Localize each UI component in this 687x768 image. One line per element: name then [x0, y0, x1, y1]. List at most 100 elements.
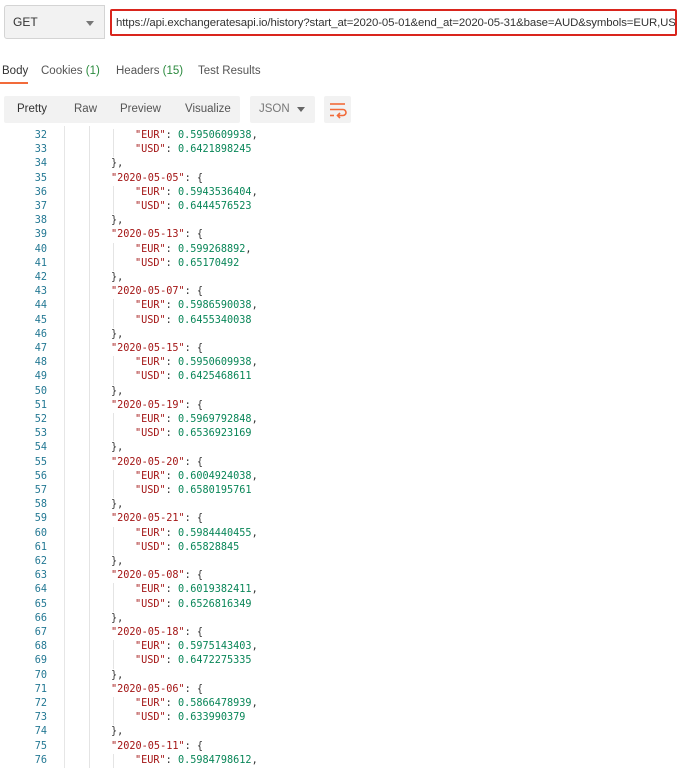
code-text: }, [111, 612, 123, 626]
json-key: "EUR" [135, 243, 166, 255]
json-number-value: 0.5969792848 [177, 414, 252, 425]
tab-cookies-label: Cookies [41, 65, 83, 77]
view-pretty-button[interactable]: Pretty [17, 103, 47, 115]
url-input[interactable]: https://api.exchangeratesapi.io/history?… [110, 9, 677, 36]
indent-guide [113, 242, 114, 271]
json-trailing-comma: , [251, 357, 258, 369]
response-body-editor[interactable]: 32 "EUR": 0.5950609938, 33 "USD": 0.6421898… [0, 126, 687, 768]
format-label: JSON [259, 103, 290, 115]
code-line: 74}, [0, 725, 687, 739]
code-text: "USD": 0.6580195761 [135, 484, 252, 498]
json-punctuation: }, [111, 499, 124, 511]
chevron-down-icon [297, 107, 305, 112]
json-number-value: 0.6425468611 [177, 371, 252, 383]
json-colon: : { [184, 456, 204, 468]
method-label: GET [13, 15, 38, 29]
code-line: 63 "2020-05-08": { [0, 569, 687, 583]
code-line: 32 "EUR": 0.5950609938, [0, 129, 687, 143]
code-line: 57 "USD": 0.6580195761 [0, 484, 687, 498]
json-number-value: 0.5943536404 [177, 186, 252, 198]
json-punctuation: }, [111, 158, 124, 170]
code-line: 34}, [0, 157, 687, 171]
code-text: "2020-05-13": { [111, 228, 203, 242]
line-number: 36 [34, 186, 47, 198]
response-tabs: Body Cookies (1) Headers (15) Test Resul… [0, 58, 687, 84]
code-text: "EUR": 0.5984798612, [135, 754, 258, 768]
line-number: 49 [34, 371, 47, 383]
tab-headers[interactable]: Headers (15) [116, 65, 183, 77]
json-trailing-comma: , [245, 243, 252, 255]
view-preview-button[interactable]: Preview [120, 103, 161, 115]
json-number-value: 0.6580195761 [177, 485, 252, 496]
code-text: }, [111, 669, 123, 683]
indent-guide [113, 413, 114, 442]
json-number-value: 0.6472275335 [177, 655, 252, 667]
tab-cookies-count: (1) [85, 65, 100, 77]
json-number-value: 0.6526816349 [177, 598, 252, 610]
json-number-value: 0.6444576523 [177, 201, 252, 212]
method-select[interactable]: GET [4, 5, 105, 39]
code-text: "2020-05-11": { [111, 740, 203, 754]
line-number: 50 [34, 385, 47, 397]
json-colon: : [165, 655, 178, 667]
format-select[interactable]: JSON [250, 96, 315, 123]
json-number-value: 0.65170492 [177, 257, 240, 269]
line-number: 58 [34, 499, 47, 511]
code-line: 40 "EUR": 0.599268892, [0, 243, 687, 257]
json-colon: : [165, 712, 178, 724]
code-text: "2020-05-19": { [111, 399, 203, 413]
json-key: "USD" [135, 541, 166, 553]
code-text: "EUR": 0.5975143403, [135, 640, 258, 654]
json-number-value: 0.633990379 [177, 712, 246, 724]
line-number: 41 [34, 257, 47, 269]
json-trailing-comma: , [251, 641, 258, 653]
tab-cookies[interactable]: Cookies (1) [41, 65, 100, 77]
code-line: 70}, [0, 669, 687, 683]
indent-guide [113, 697, 114, 726]
json-colon: : [165, 357, 178, 369]
tab-body[interactable]: Body [2, 65, 28, 77]
json-trailing-comma: , [251, 130, 258, 141]
json-colon: : [165, 201, 178, 212]
json-colon: : [165, 541, 178, 553]
json-colon: : [165, 186, 178, 198]
json-punctuation: }, [111, 726, 124, 738]
line-number: 44 [34, 300, 47, 312]
json-key: "USD" [135, 485, 166, 496]
line-number: 45 [34, 314, 47, 326]
json-colon: : [165, 470, 178, 482]
json-key: "2020-05-05" [111, 172, 185, 184]
view-mode-group: Pretty Raw Preview Visualize [4, 96, 240, 123]
json-key: "USD" [135, 655, 166, 667]
code-text: "2020-05-18": { [111, 626, 203, 640]
tab-test-results[interactable]: Test Results [198, 65, 261, 77]
json-colon: : { [184, 343, 204, 354]
json-key: "2020-05-08" [111, 570, 185, 582]
json-number-value: 0.5975143403 [177, 641, 252, 653]
line-number: 61 [34, 541, 47, 553]
json-number-value: 0.5984440455 [177, 527, 252, 539]
code-text: }, [111, 385, 123, 399]
wrap-lines-button[interactable] [324, 96, 351, 123]
code-line: 75 "2020-05-11": { [0, 740, 687, 754]
code-text: "2020-05-15": { [111, 342, 203, 356]
line-number: 69 [34, 655, 47, 667]
line-number: 56 [34, 470, 47, 482]
tab-test-results-label: Test Results [198, 65, 261, 77]
view-raw-button[interactable]: Raw [74, 103, 97, 115]
line-number: 66 [34, 612, 47, 624]
json-key: "EUR" [135, 641, 166, 653]
json-colon: : [165, 371, 178, 383]
json-number-value: 0.6421898245 [177, 144, 252, 156]
json-number-value: 0.599268892 [177, 243, 246, 255]
code-line: 42}, [0, 271, 687, 285]
view-visualize-button[interactable]: Visualize [185, 103, 231, 115]
code-line: 73 "USD": 0.633990379 [0, 711, 687, 725]
json-number-value: 0.6019382411 [177, 584, 252, 596]
indent-guide [113, 185, 114, 215]
code-line: 71 "2020-05-06": { [0, 683, 687, 697]
json-key: "EUR" [135, 698, 166, 709]
code-line: 45 "USD": 0.6455340038 [0, 314, 687, 328]
code-line: 48 "EUR": 0.5950609938, [0, 356, 687, 370]
json-number-value: 0.6536923169 [177, 428, 252, 440]
